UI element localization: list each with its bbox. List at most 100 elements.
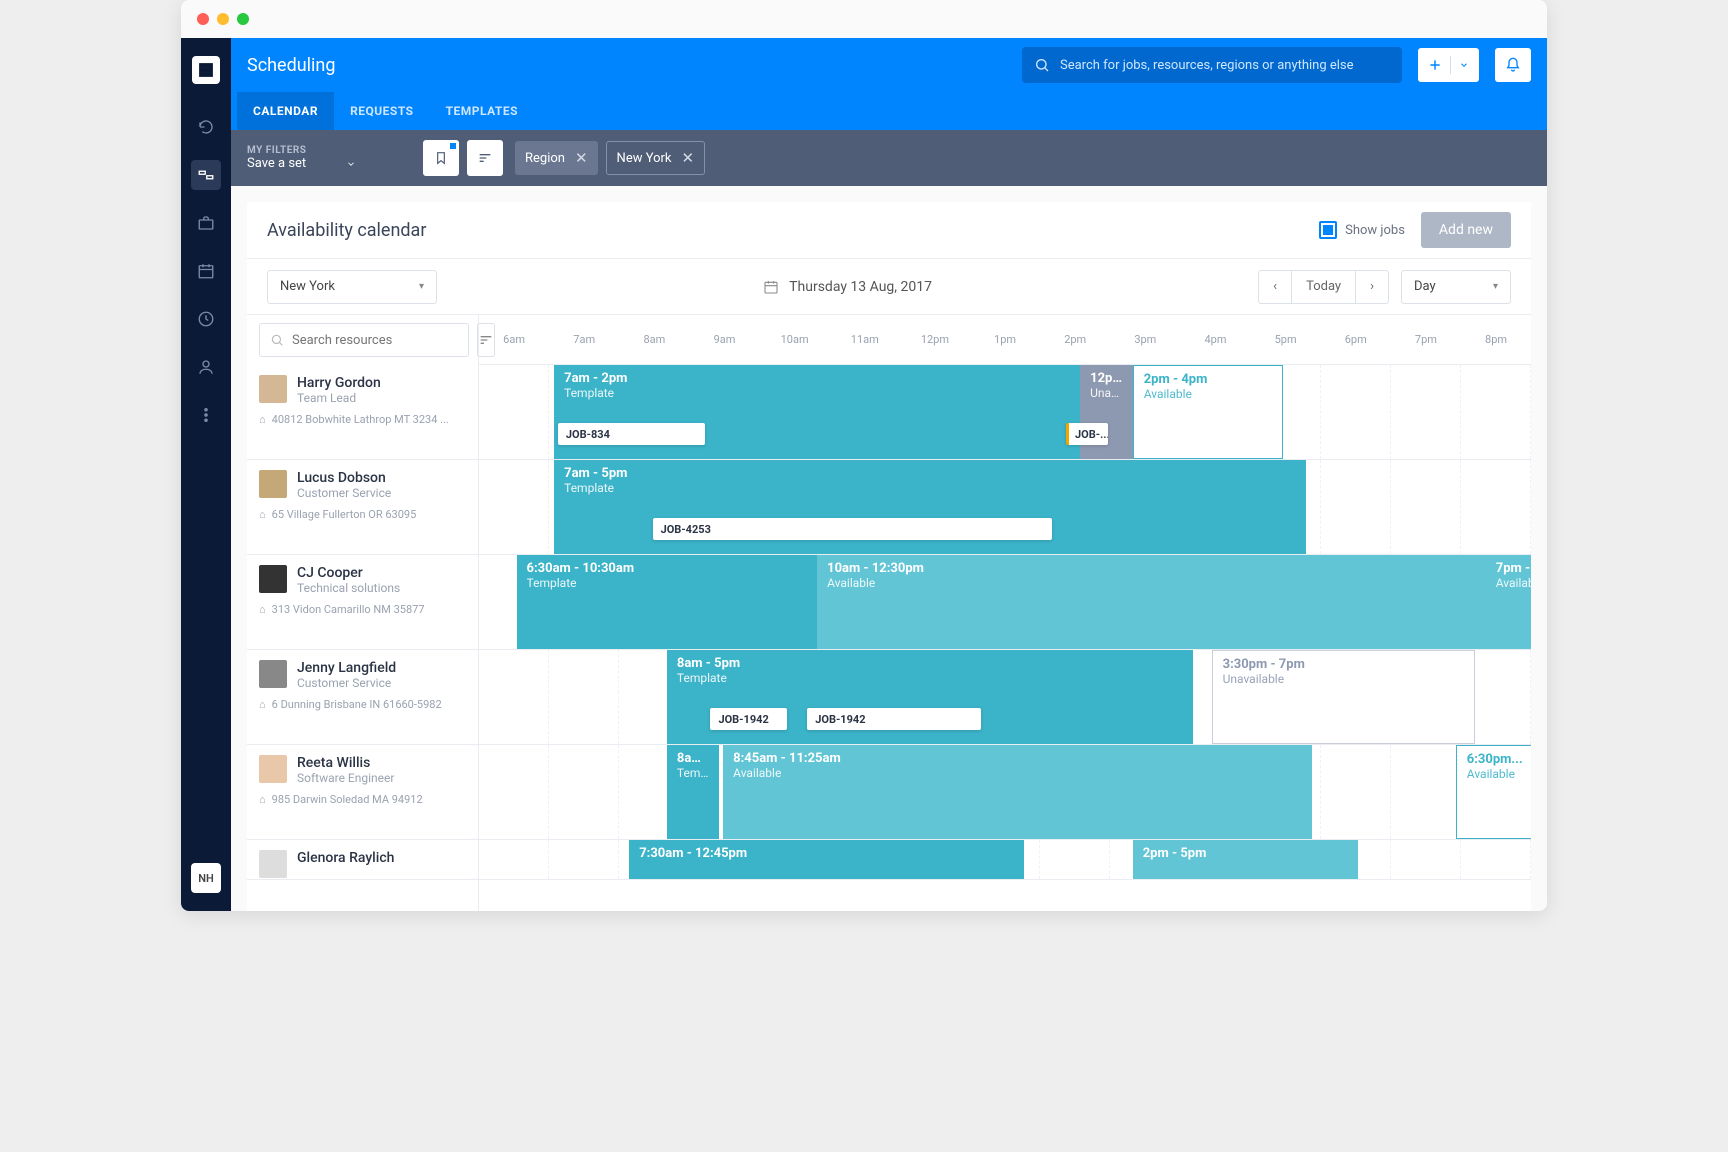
app-logo[interactable] [192,56,220,84]
filter-chip[interactable]: New York✕ [606,141,706,175]
time-tick: 4pm [1180,315,1250,364]
view-select-value: Day [1414,279,1436,294]
show-jobs-toggle[interactable]: Show jobs [1319,221,1405,239]
today-button[interactable]: Today [1292,271,1356,303]
availability-block[interactable]: 10am - 12:30pmAvailable [817,555,1531,649]
add-new-button[interactable]: Add new [1421,212,1511,248]
resource-address: ⌂313 Vidon Camarillo NM 35877 [259,603,466,616]
job-chip[interactable]: JOB-... [1066,423,1108,445]
history-icon[interactable] [191,304,221,334]
calendar-icon[interactable] [191,256,221,286]
resource-role: Team Lead [297,391,381,405]
time-tick: 7pm [1391,315,1461,364]
date-nav-buttons: ‹ Today › [1258,270,1389,304]
time-tick: 6pm [1321,315,1391,364]
resource-address: ⌂40812 Bobwhite Lathrop MT 3234 ... [259,413,466,426]
user-icon[interactable] [191,352,221,382]
resource-name: Reeta Willis [297,755,394,771]
availability-block[interactable]: 2pm - 5pm [1133,840,1358,879]
resources-search-box[interactable] [259,323,469,357]
resource-name: Harry Gordon [297,375,381,391]
filters-dropdown[interactable]: MY FILTERS Save a set [231,145,411,171]
prev-day-button[interactable]: ‹ [1259,271,1292,303]
tab-requests[interactable]: REQUESTS [334,92,430,130]
bookmark-button[interactable] [423,140,459,176]
job-chip[interactable]: JOB-4253 [653,518,1053,540]
time-tick: 9am [689,315,759,364]
calendar-grid: Harry GordonTeam Lead ⌂40812 Bobwhite Lat… [247,314,1531,911]
resource-address: ⌂6 Dunning Brisbane IN 61660-5982 [259,698,466,711]
calendar-toolbar: New York ▾ Thursday 13 Aug, 2017 ‹ Today… [247,258,1531,314]
home-icon: ⌂ [259,508,266,521]
availability-block[interactable]: 7pm - 9pmAvailable [1486,555,1531,649]
time-tick: 8am [619,315,689,364]
timeline-row: 7am - 5pmTemplateJOB-4253 [479,460,1531,555]
scheduling-icon[interactable] [191,160,221,190]
resource-row[interactable]: Glenora Raylich [247,840,478,880]
global-search-input[interactable] [1060,58,1390,73]
show-jobs-label: Show jobs [1345,223,1405,238]
region-select[interactable]: New York ▾ [267,270,437,304]
time-tick: 7am [549,315,619,364]
filter-settings-button[interactable] [467,140,503,176]
home-icon: ⌂ [259,698,266,711]
chip-label: Region [525,151,565,166]
bell-icon [1505,57,1521,73]
chevron-down-icon [346,159,356,169]
resources-search-input[interactable] [292,333,458,348]
avatar [259,755,287,783]
close-window-icon[interactable] [197,13,209,25]
timeline-row: 7am - 2pmTemplate12pm - ...Unavail...2pm… [479,365,1531,460]
filters-value: Save a set [247,156,306,171]
add-button[interactable] [1418,48,1479,82]
notifications-button[interactable] [1495,48,1531,82]
resource-row[interactable]: Jenny LangfieldCustomer Service⌂6 Dunnin… [247,650,478,745]
availability-block[interactable]: 6:30am - 10:30amTemplate [517,555,818,649]
time-tick: 5pm [1251,315,1321,364]
user-avatar-badge[interactable]: NH [191,863,221,893]
timeline-row: 6:30am - 10:30amTemplate10am - 12:30pmAv… [479,555,1531,650]
block-time: 2pm - 5pm [1143,846,1348,861]
resource-role: Software Engineer [297,771,394,785]
resource-row[interactable]: Reeta WillisSoftware Engineer⌂985 Darwin… [247,745,478,840]
block-time: 6:30am - 10:30am [527,561,808,576]
job-chip[interactable]: JOB-1942 [807,708,981,730]
timeline-row: 7:30am - 12:45pm 2pm - 5pm [479,840,1531,880]
availability-block[interactable]: 7:30am - 12:45pm [629,840,1024,879]
minimize-window-icon[interactable] [217,13,229,25]
time-tick: 1pm [970,315,1040,364]
more-icon[interactable] [191,400,221,430]
availability-block[interactable]: 3:30pm - 7pmUnavailable [1212,650,1475,744]
job-chip[interactable]: JOB-834 [558,423,705,445]
block-time: 7pm - 9pm [1496,561,1531,576]
content-panel: Availability calendar Show jobs Add new … [247,202,1531,911]
resource-row[interactable]: Harry GordonTeam Lead ⌂40812 Bobwhite Lat… [247,365,478,460]
block-time: 7:30am - 12:45pm [639,846,1014,861]
global-search[interactable] [1022,47,1402,83]
resource-row[interactable]: Lucus DobsonCustomer Service⌂65 Village … [247,460,478,555]
close-icon[interactable]: ✕ [682,149,695,167]
plus-icon [1428,58,1442,72]
view-select[interactable]: Day ▾ [1401,270,1511,304]
next-day-button[interactable]: › [1356,271,1388,303]
briefcase-icon[interactable] [191,208,221,238]
block-time: 8am... [677,751,710,766]
block-time: 7am - 2pm [564,371,1070,386]
tab-templates[interactable]: TEMPLATES [430,92,534,130]
availability-block[interactable]: 8am...Templ... [667,745,720,839]
job-chip[interactable]: JOB-1942 [710,708,787,730]
resource-row[interactable]: CJ CooperTechnical solutions⌂313 Vidon C… [247,555,478,650]
close-icon[interactable]: ✕ [575,149,588,167]
block-subtitle: Template [564,386,1070,400]
page-title: Scheduling [247,55,335,76]
app-window: NH Scheduling [181,0,1547,911]
filter-chip[interactable]: Region ✕ [515,141,598,175]
availability-block[interactable]: 8:45am - 11:25amAvailable [723,745,1312,839]
availability-block[interactable]: 2pm - 4pmAvailable [1133,365,1283,459]
refresh-icon[interactable] [191,112,221,142]
block-subtitle: Templ... [677,766,710,780]
tab-calendar[interactable]: CALENDAR [237,92,334,130]
region-select-value: New York [280,279,335,294]
maximize-window-icon[interactable] [237,13,249,25]
availability-block[interactable]: 6:30pm...Available [1456,745,1531,839]
